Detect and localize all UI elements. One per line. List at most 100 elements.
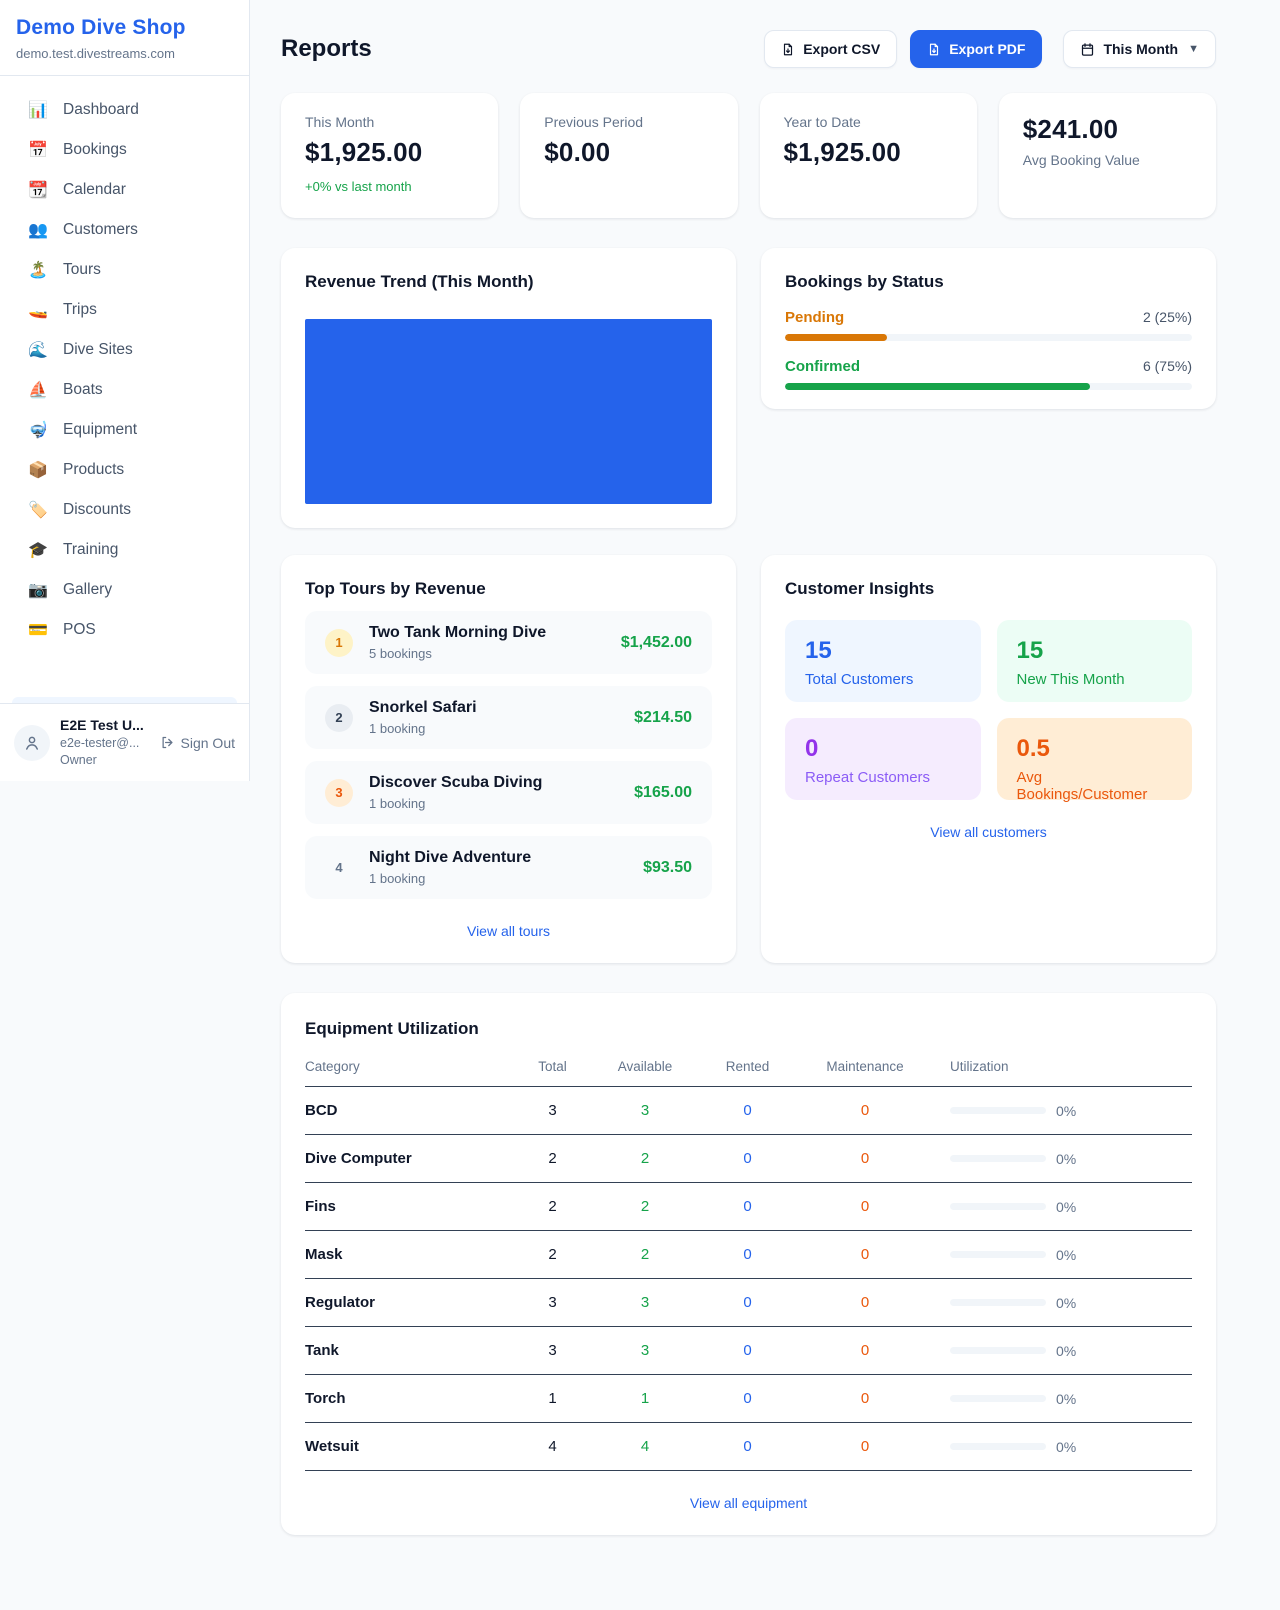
status-row: Confirmed 6 (75%) <box>785 358 1192 390</box>
sidebar-item[interactable]: 👥 Customers <box>12 210 237 250</box>
equipment-row: Regulator 3 3 0 0 0% <box>305 1279 1192 1327</box>
sidebar-item[interactable]: 📦 Products <box>12 450 237 490</box>
utilization-bar-track <box>950 1443 1046 1450</box>
utilization-bar-track <box>950 1107 1046 1114</box>
sidebar-item[interactable]: 🤿 Equipment <box>12 410 237 450</box>
equipment-rented: 0 <box>695 1327 800 1375</box>
file-download-icon <box>927 42 941 57</box>
status-count: 2 (25%) <box>1143 309 1192 325</box>
insight-label: Avg Bookings/Customer <box>1017 769 1173 803</box>
status-label: Confirmed <box>785 358 860 375</box>
user-panel: E2E Test U... e2e-tester@... Owner Sign … <box>0 703 249 781</box>
equipment-rented: 0 <box>695 1279 800 1327</box>
export-pdf-button[interactable]: Export PDF <box>910 30 1042 68</box>
sidebar-item[interactable]: 🚤 Trips <box>12 290 237 330</box>
brand-title: Demo Dive Shop <box>16 16 233 40</box>
sidebar-item-label: Customers <box>63 221 138 239</box>
tour-revenue: $165.00 <box>634 784 692 802</box>
stat-value: $0.00 <box>544 137 713 168</box>
utilization-percent: 0% <box>1056 1391 1076 1407</box>
period-dropdown[interactable]: This Month ▼ <box>1063 30 1216 68</box>
sidebar-item-label: Calendar <box>63 181 126 199</box>
equipment-table: Category Total Available Rented Maintena… <box>305 1059 1192 1471</box>
utilization-cell: 0% <box>930 1247 1192 1263</box>
equipment-available: 1 <box>595 1375 695 1423</box>
equipment-available: 2 <box>595 1135 695 1183</box>
sidebar-item-icon: 📊 <box>28 100 48 120</box>
utilization-bar-track <box>950 1203 1046 1210</box>
tour-name: Snorkel Safari <box>369 699 477 717</box>
view-all-equipment-link[interactable]: View all equipment <box>305 1495 1192 1511</box>
sign-out-button[interactable]: Sign Out <box>160 735 235 751</box>
equipment-category: Dive Computer <box>305 1135 510 1183</box>
sidebar-item[interactable]: 💳 POS <box>12 610 237 650</box>
status-list: Pending 2 (25%) Confirmed 6 (75%) <box>785 309 1192 390</box>
equipment-row: Fins 2 2 0 0 0% <box>305 1183 1192 1231</box>
insight-tile: 0.5 Avg Bookings/Customer <box>997 718 1193 800</box>
status-bar-fill <box>785 383 1090 390</box>
tour-info: Discover Scuba Diving 1 booking <box>369 774 542 811</box>
sidebar-item[interactable]: 📷 Gallery <box>12 570 237 610</box>
brand-domain: demo.test.divestreams.com <box>16 46 233 61</box>
insight-label: Total Customers <box>805 671 961 688</box>
insight-tile: 0 Repeat Customers <box>785 718 981 800</box>
revenue-trend-chart <box>305 319 712 504</box>
sidebar-item[interactable]: 🏝️ Tours <box>12 250 237 290</box>
utilization-cell: 0% <box>930 1295 1192 1311</box>
equipment-category: Wetsuit <box>305 1423 510 1471</box>
utilization-percent: 0% <box>1056 1439 1076 1455</box>
status-bar-track <box>785 383 1192 390</box>
header-actions: Export CSV Export PDF This Month ▼ <box>764 30 1216 68</box>
top-tours-card: Top Tours by Revenue 1 Two Tank Morning … <box>281 555 736 963</box>
equipment-row: BCD 3 3 0 0 0% <box>305 1087 1192 1135</box>
sidebar-item-icon: 🌊 <box>28 340 48 360</box>
col-header-category: Category <box>305 1059 510 1087</box>
utilization-percent: 0% <box>1056 1151 1076 1167</box>
sidebar-item[interactable]: 📆 Calendar <box>12 170 237 210</box>
insight-tile: 15 Total Customers <box>785 620 981 702</box>
user-name: E2E Test U... <box>60 716 144 735</box>
sidebar-item[interactable]: 🎓 Training <box>12 530 237 570</box>
chevron-down-icon: ▼ <box>1188 43 1199 55</box>
utilization-cell: 0% <box>930 1151 1192 1167</box>
rank-badge: 2 <box>325 704 353 732</box>
equipment-rented: 0 <box>695 1183 800 1231</box>
equipment-header-row: Category Total Available Rented Maintena… <box>305 1059 1192 1087</box>
sidebar-item-label: Training <box>63 541 118 559</box>
col-header-available: Available <box>595 1059 695 1087</box>
equipment-available: 3 <box>595 1279 695 1327</box>
tour-bookings: 1 booking <box>369 871 531 886</box>
sidebar-item[interactable]: ⛵ Boats <box>12 370 237 410</box>
page-title: Reports <box>281 35 372 63</box>
equipment-rented: 0 <box>695 1135 800 1183</box>
rank-badge: 4 <box>325 854 353 882</box>
sidebar-item-icon: 🚤 <box>28 300 48 320</box>
equipment-total: 2 <box>510 1135 595 1183</box>
sidebar-item[interactable]: 📊 Dashboard <box>12 90 237 130</box>
sidebar-item-label: Products <box>63 461 124 479</box>
user-info: E2E Test U... e2e-tester@... Owner <box>60 716 144 769</box>
stat-value: $1,925.00 <box>784 137 953 168</box>
col-header-maintenance: Maintenance <box>800 1059 930 1087</box>
insight-value: 15 <box>1017 637 1173 665</box>
export-csv-button[interactable]: Export CSV <box>764 30 897 68</box>
utilization-bar-track <box>950 1395 1046 1402</box>
equipment-title: Equipment Utilization <box>305 1019 1192 1039</box>
tour-revenue: $93.50 <box>643 859 692 877</box>
equipment-row: Tank 3 3 0 0 0% <box>305 1327 1192 1375</box>
sidebar-item[interactable]: 🏷️ Discounts <box>12 490 237 530</box>
sidebar-item-icon: 📅 <box>28 140 48 160</box>
utilization-percent: 0% <box>1056 1343 1076 1359</box>
sidebar-item-icon: 📷 <box>28 580 48 600</box>
sidebar-item-icon: 🏷️ <box>28 500 48 520</box>
utilization-cell: 0% <box>930 1343 1192 1359</box>
view-all-tours-link[interactable]: View all tours <box>305 923 712 939</box>
sidebar-item[interactable]: 🌊 Dive Sites <box>12 330 237 370</box>
sidebar: Demo Dive Shop demo.test.divestreams.com… <box>0 0 250 781</box>
status-label: Pending <box>785 309 844 326</box>
status-line: Confirmed 6 (75%) <box>785 358 1192 375</box>
sidebar-item[interactable]: 📅 Bookings <box>12 130 237 170</box>
view-all-customers-link[interactable]: View all customers <box>785 824 1192 840</box>
tour-list-item: 2 Snorkel Safari 1 booking $214.50 <box>305 686 712 749</box>
bookings-status-title: Bookings by Status <box>785 272 1192 292</box>
